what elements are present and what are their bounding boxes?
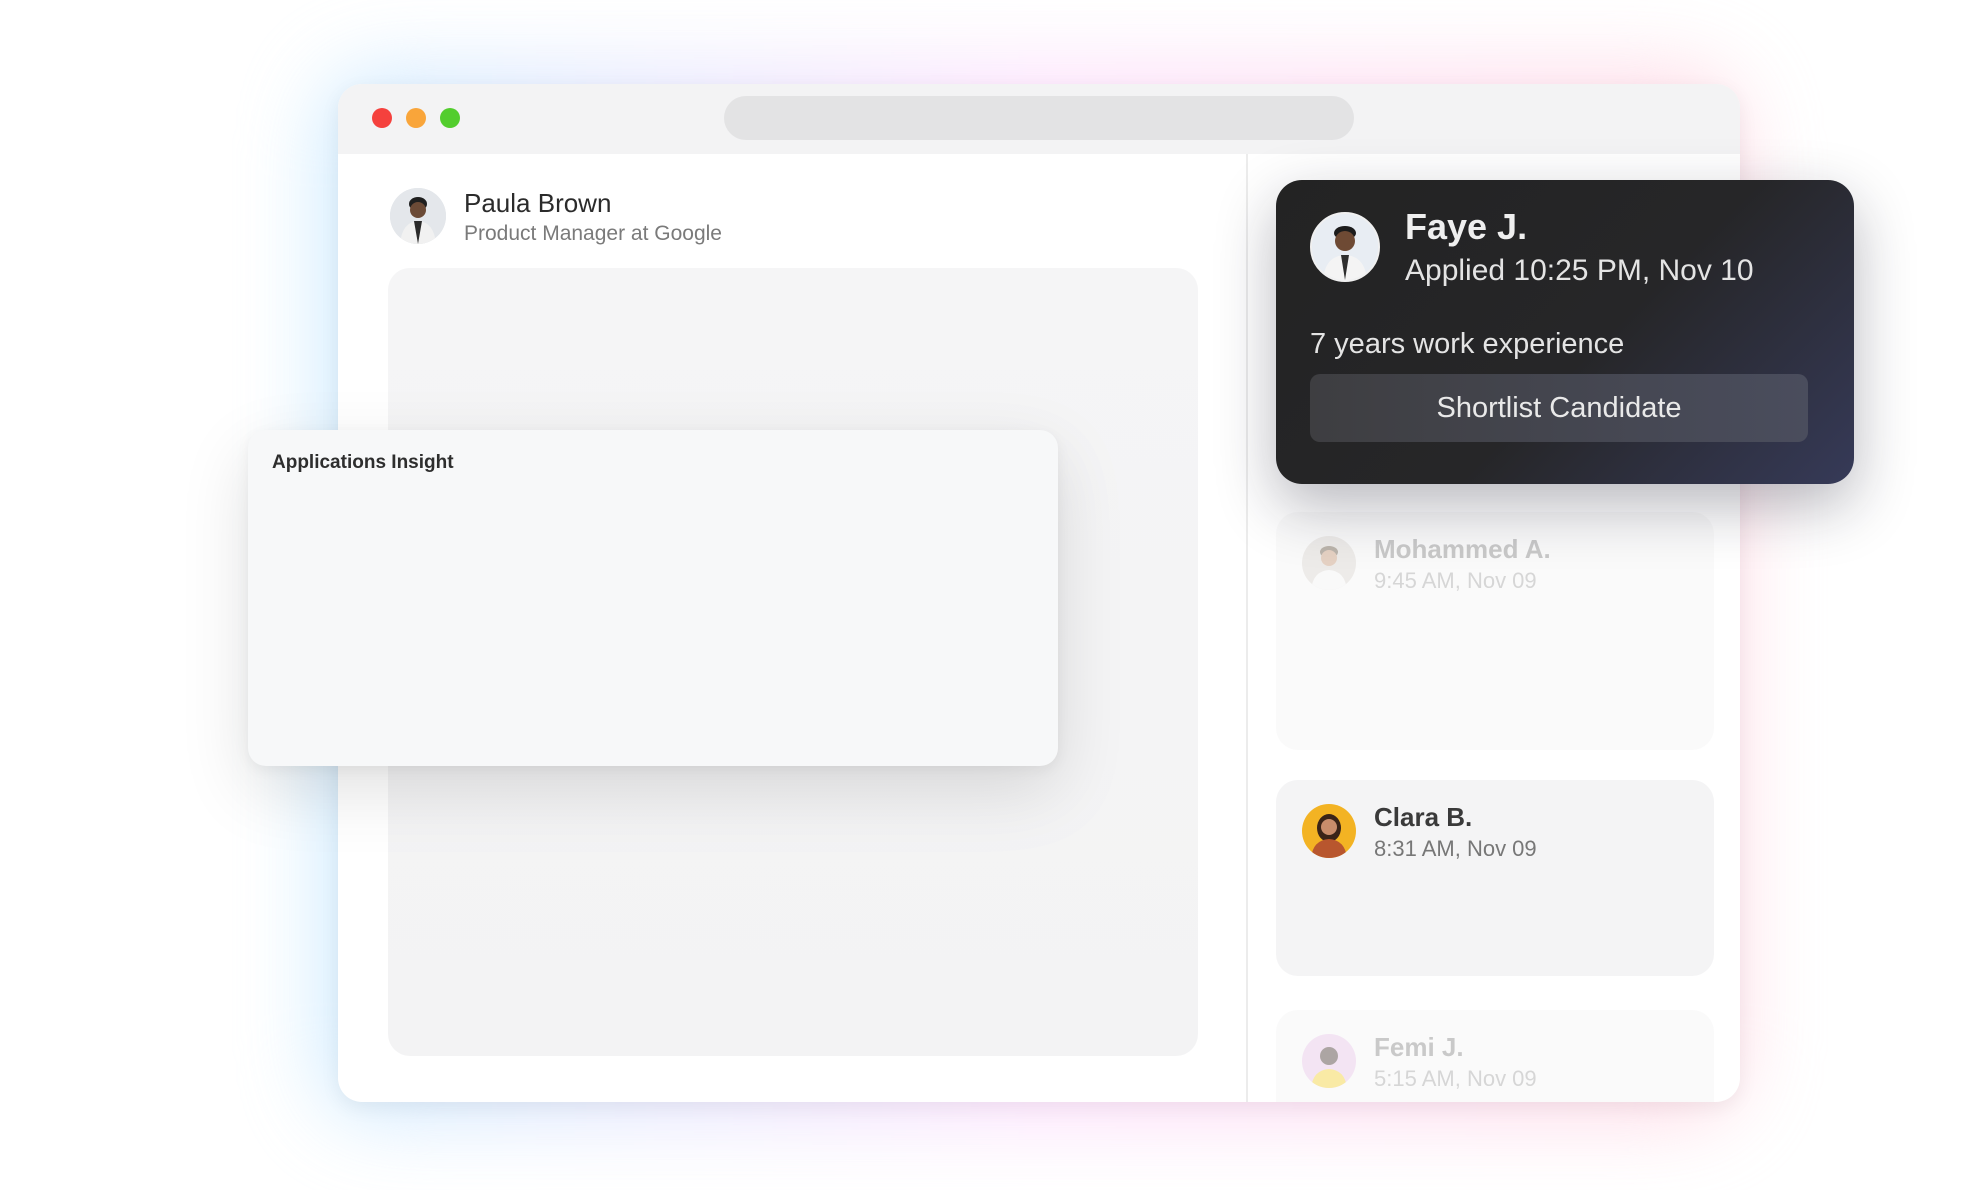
candidate-time: 9:45 AM, Nov 09 bbox=[1374, 568, 1537, 593]
candidate-name: Femi J. bbox=[1374, 1032, 1464, 1062]
minimize-window-button[interactable] bbox=[406, 108, 426, 128]
profile-name: Paula Brown bbox=[464, 188, 612, 218]
person-avatar-icon bbox=[1312, 214, 1378, 280]
featured-candidate-experience: 7 years work experience bbox=[1310, 328, 1625, 360]
pane-divider bbox=[1246, 154, 1248, 1102]
person-avatar-icon bbox=[1302, 1034, 1356, 1088]
featured-candidate-avatar bbox=[1310, 212, 1380, 282]
featured-candidate-applied: Applied 10:25 PM, Nov 10 bbox=[1405, 254, 1754, 287]
candidate-avatar bbox=[1302, 536, 1356, 590]
candidate-time: 8:31 AM, Nov 09 bbox=[1374, 836, 1537, 861]
candidate-name: Clara B. bbox=[1374, 802, 1473, 832]
person-avatar-icon bbox=[1302, 536, 1356, 590]
close-window-button[interactable] bbox=[372, 108, 392, 128]
candidate-card[interactable]: Femi J. 5:15 AM, Nov 09 bbox=[1276, 1010, 1714, 1102]
maximize-window-button[interactable] bbox=[440, 108, 460, 128]
person-avatar-icon bbox=[1302, 804, 1356, 858]
candidate-card[interactable]: Mohammed A. 9:45 AM, Nov 09 bbox=[1276, 512, 1714, 750]
window-titlebar bbox=[338, 84, 1740, 154]
candidate-card[interactable]: Clara B. 8:31 AM, Nov 09 bbox=[1276, 780, 1714, 976]
featured-candidate-name: Faye J. bbox=[1405, 206, 1528, 247]
candidate-avatar bbox=[1302, 1034, 1356, 1088]
person-avatar-icon bbox=[390, 188, 446, 244]
featured-candidate-card: Faye J. Applied 10:25 PM, Nov 10 7 years… bbox=[1276, 180, 1854, 484]
candidate-time: 5:15 AM, Nov 09 bbox=[1374, 1066, 1537, 1091]
address-bar[interactable] bbox=[724, 96, 1354, 140]
candidate-avatar bbox=[1302, 804, 1356, 858]
candidate-name: Mohammed A. bbox=[1374, 534, 1551, 564]
profile-role: Product Manager at Google bbox=[464, 222, 722, 245]
insight-title: Applications Insight bbox=[272, 452, 454, 473]
shortlist-candidate-button[interactable]: Shortlist Candidate bbox=[1310, 374, 1808, 442]
profile-avatar bbox=[390, 188, 446, 244]
applications-insight-card: Applications Insight bbox=[248, 430, 1058, 766]
